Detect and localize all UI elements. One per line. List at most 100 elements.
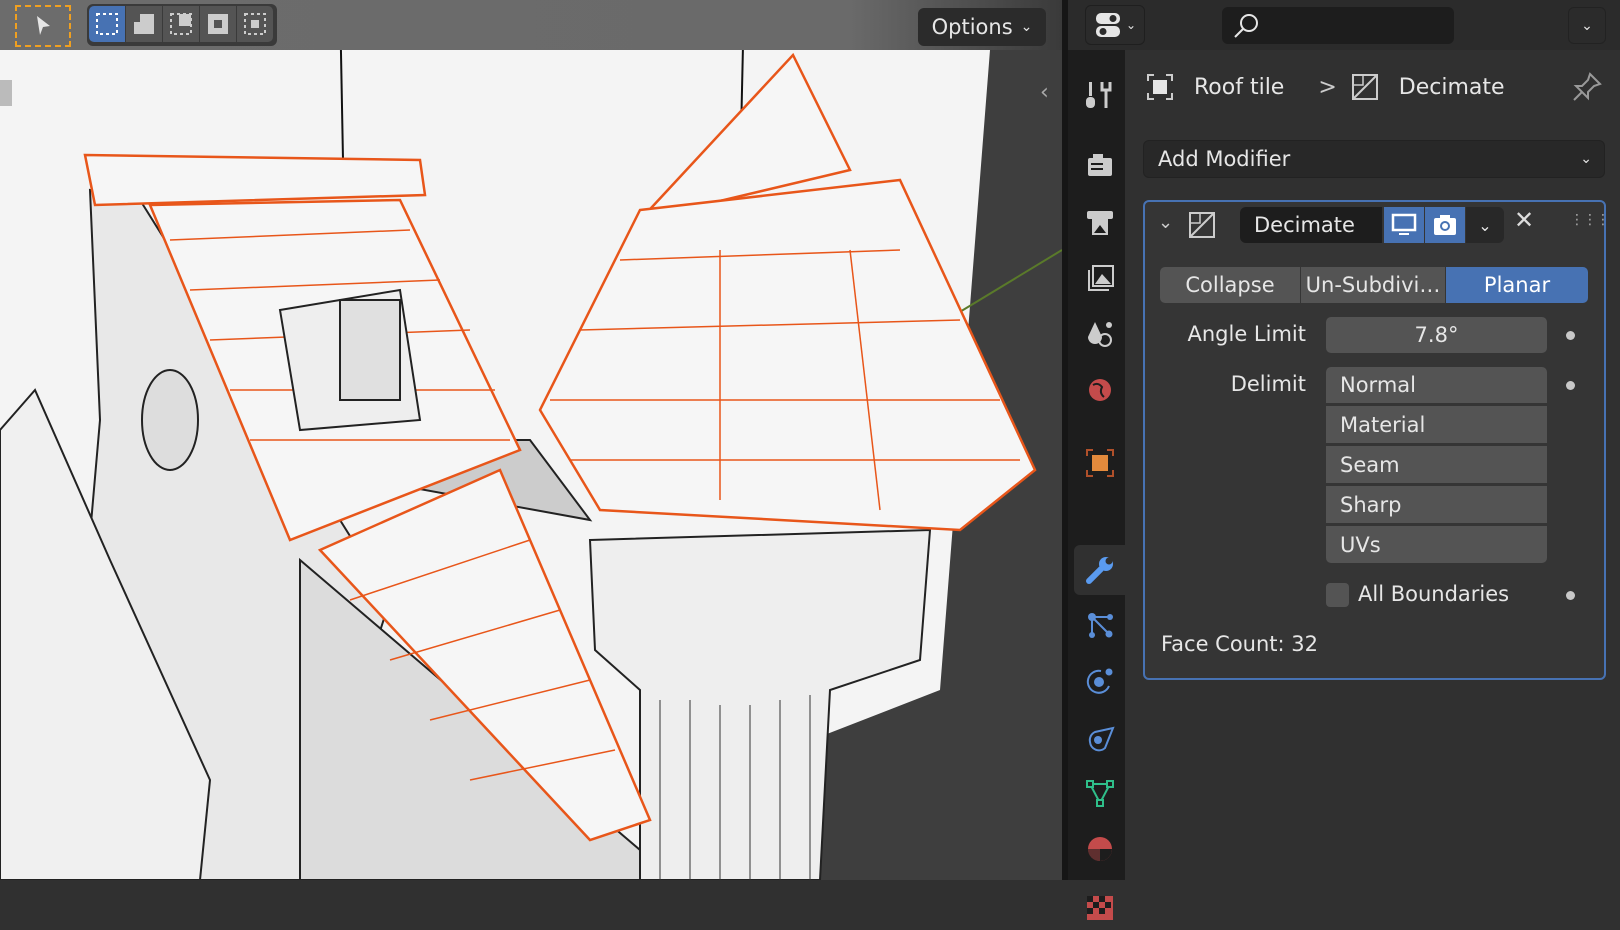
- texture-icon: [1086, 896, 1113, 920]
- delimit-seam-toggle[interactable]: Seam: [1326, 446, 1547, 483]
- tab-data[interactable]: [1074, 768, 1125, 818]
- modifier-name: Decimate: [1254, 213, 1355, 237]
- output-icon: [1086, 211, 1113, 235]
- tab-texture[interactable]: [1074, 880, 1125, 930]
- tab-tool[interactable]: [1074, 70, 1125, 120]
- world-icon: [1088, 379, 1111, 401]
- editor-type-button[interactable]: ⌄: [1085, 5, 1145, 45]
- mode-label: Collapse: [1185, 273, 1275, 297]
- tab-render[interactable]: [1074, 140, 1125, 190]
- tab-material[interactable]: [1074, 824, 1125, 874]
- keyframe-dot-icon[interactable]: [1566, 331, 1575, 340]
- angle-limit-field[interactable]: 7.8°: [1326, 317, 1547, 353]
- tab-particles[interactable]: [1074, 600, 1125, 650]
- mode-unsubdivide-button[interactable]: Un-Subdivi…: [1301, 267, 1445, 303]
- physics-icon: [1086, 668, 1112, 694]
- tab-physics[interactable]: [1074, 656, 1125, 706]
- all-boundaries-checkbox[interactable]: [1326, 583, 1349, 607]
- keyframe-dot-icon[interactable]: [1566, 591, 1575, 600]
- tool-icon: [1085, 82, 1111, 108]
- breadcrumb-separator-icon: >: [1318, 74, 1337, 100]
- cursor-arrow-icon: [37, 16, 50, 35]
- delimit-option-label: Material: [1340, 412, 1426, 437]
- modifier-name-input[interactable]: Decimate: [1240, 207, 1382, 243]
- search-input[interactable]: [1222, 7, 1454, 44]
- delimit-uvs-toggle[interactable]: UVs: [1326, 526, 1547, 563]
- mode-label: Planar: [1483, 273, 1551, 297]
- mode-label: Un-Subdivi…: [1305, 273, 1441, 297]
- select-cursor-tool[interactable]: [15, 5, 71, 47]
- material-icon: [1087, 837, 1112, 861]
- mode-planar-button[interactable]: Planar: [1446, 267, 1588, 303]
- add-modifier-label: Add Modifier: [1158, 147, 1291, 171]
- chevron-down-icon: ⌄: [1580, 151, 1592, 167]
- tab-modifiers[interactable]: [1074, 545, 1125, 595]
- delimit-sharp-toggle[interactable]: Sharp: [1326, 486, 1547, 523]
- mesh-data-icon: [1085, 780, 1114, 807]
- tab-view-layer[interactable]: [1074, 254, 1125, 304]
- subtract-icon: [170, 13, 192, 35]
- decimate-icon: [1351, 74, 1378, 100]
- delimit-option-label: Seam: [1340, 452, 1400, 477]
- monitor-icon: [1391, 213, 1417, 235]
- tab-output[interactable]: [1074, 197, 1125, 247]
- invert-icon: [208, 14, 228, 34]
- delimit-option-label: Sharp: [1340, 492, 1402, 517]
- mode-collapse-button[interactable]: Collapse: [1160, 267, 1300, 303]
- tab-scene[interactable]: [1074, 309, 1125, 359]
- scene-render: [0, 0, 1062, 880]
- remove-modifier-close-icon[interactable]: ✕: [1514, 206, 1534, 234]
- box-dashed-icon: [96, 13, 118, 35]
- options-label: Options: [931, 15, 1013, 39]
- properties-tab-bar: [1068, 50, 1125, 920]
- tab-constraints[interactable]: [1074, 712, 1125, 762]
- chevron-down-icon: ⌄: [1125, 18, 1137, 32]
- tab-world[interactable]: [1074, 365, 1125, 415]
- decimate-icon: [1189, 212, 1215, 238]
- angle-limit-value: 7.8°: [1414, 323, 1459, 347]
- 3d-viewport[interactable]: Options ⌄ ‹: [0, 0, 1062, 880]
- angle-limit-label: Angle Limit: [1187, 322, 1307, 346]
- extend-icon: [134, 14, 154, 34]
- pin-icon[interactable]: [1572, 72, 1602, 102]
- object-icon: [1147, 74, 1173, 100]
- add-modifier-dropdown[interactable]: Add Modifier ⌄: [1143, 140, 1605, 178]
- properties-editor-icon: [1095, 13, 1120, 37]
- view-layer-icon: [1087, 265, 1114, 291]
- object-icon: [1085, 449, 1114, 477]
- constraints-icon: [1088, 726, 1115, 752]
- delimit-label: Delimit: [1230, 372, 1306, 396]
- collapse-sidebar-arrow-icon[interactable]: ‹: [1040, 80, 1049, 105]
- tab-object[interactable]: [1074, 438, 1125, 488]
- wrench-icon: [1085, 557, 1113, 584]
- chevron-down-icon: ⌄: [1020, 19, 1033, 35]
- chevron-down-icon: ⌄: [1478, 215, 1492, 235]
- drag-handle-icon[interactable]: ⋮⋮⋮: [1570, 212, 1610, 228]
- options-dropdown[interactable]: Options ⌄: [918, 8, 1046, 46]
- camera-icon: [1434, 215, 1456, 235]
- face-count-text: Face Count: 32: [1161, 632, 1318, 656]
- keyframe-dot-icon[interactable]: [1566, 381, 1575, 390]
- select-subtract-button[interactable]: [163, 6, 199, 42]
- render-icon: [1087, 154, 1112, 176]
- delimit-normal-toggle[interactable]: Normal: [1326, 367, 1547, 403]
- show-in-render-toggle[interactable]: [1425, 207, 1465, 243]
- collapse-chevron-icon[interactable]: ⌄: [1158, 212, 1173, 233]
- select-invert-button[interactable]: [200, 6, 236, 42]
- select-intersect-button[interactable]: [237, 6, 273, 42]
- scene-icon: [1087, 322, 1112, 347]
- show-in-viewport-toggle[interactable]: [1384, 207, 1424, 243]
- select-box-new-button[interactable]: [89, 6, 125, 42]
- intersect-icon: [244, 13, 266, 35]
- delimit-option-label: Normal: [1340, 373, 1416, 397]
- delimit-option-label: UVs: [1340, 532, 1381, 557]
- search-icon: [1234, 13, 1258, 38]
- select-extend-button[interactable]: [126, 6, 162, 42]
- delimit-material-toggle[interactable]: Material: [1326, 406, 1547, 443]
- breadcrumb: Roof tile > Decimate: [1146, 72, 1505, 102]
- chevron-down-icon: ⌄: [1581, 17, 1593, 34]
- all-boundaries-label: All Boundaries: [1358, 582, 1510, 606]
- header-options-dropdown[interactable]: ⌄: [1568, 7, 1606, 44]
- modifier-extras-dropdown[interactable]: ⌄: [1466, 207, 1504, 243]
- breadcrumb-modifier: Decimate: [1398, 74, 1505, 100]
